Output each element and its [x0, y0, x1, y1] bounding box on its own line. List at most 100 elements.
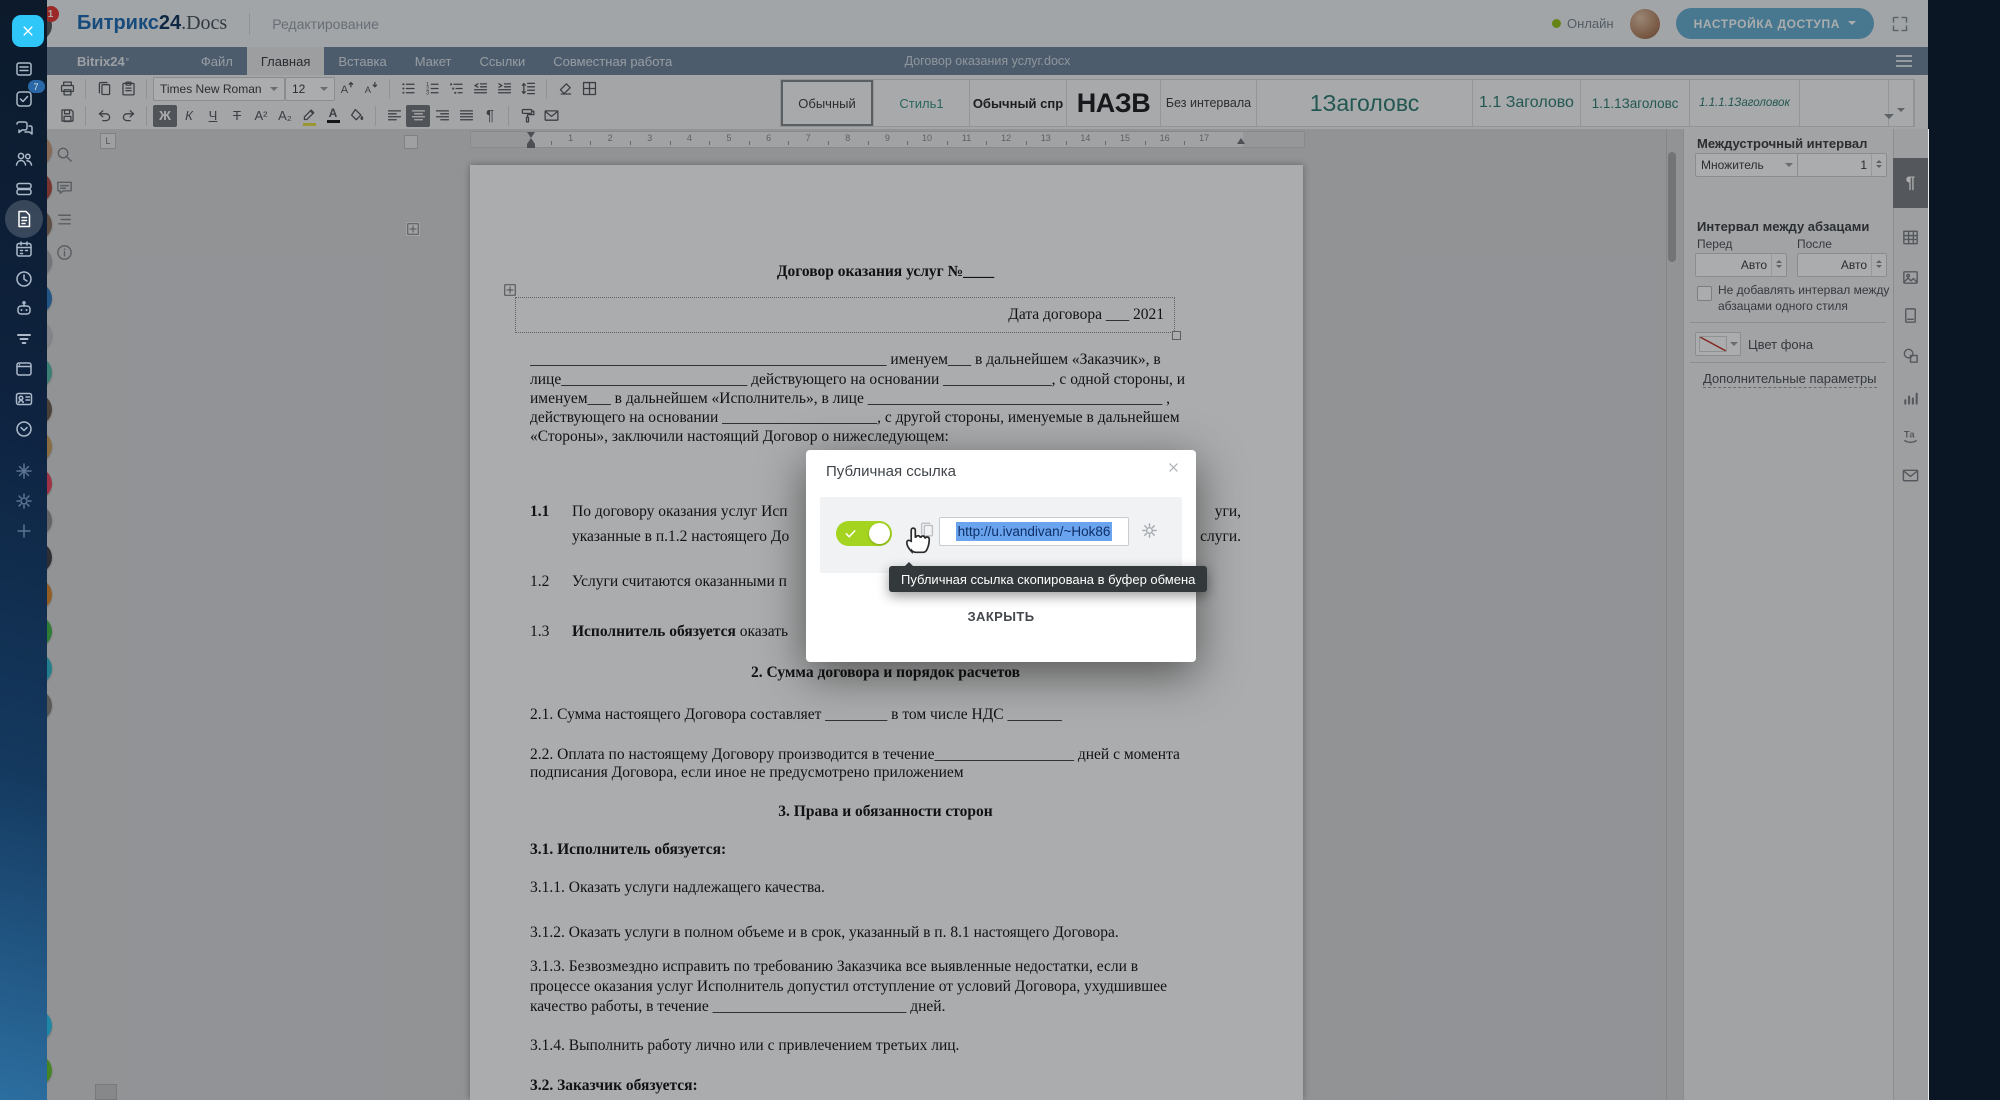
tab-файл[interactable]: Файл: [187, 47, 247, 75]
line-spacing-select[interactable]: Множитель: [1695, 153, 1799, 177]
save-button[interactable]: [55, 105, 79, 127]
spacing-before-stepper[interactable]: Авто: [1695, 253, 1787, 277]
underline-button[interactable]: Ч: [201, 105, 225, 127]
comments-icon[interactable]: [55, 178, 75, 198]
chart-settings-tab-icon[interactable]: [1901, 388, 1921, 408]
tab-вставка[interactable]: Вставка: [324, 47, 400, 75]
background-color-picker[interactable]: [1695, 332, 1741, 356]
align-center-button[interactable]: [406, 105, 430, 127]
user-avatar[interactable]: [1630, 9, 1660, 39]
fullscreen-icon[interactable]: [1890, 14, 1910, 34]
about-icon[interactable]: [55, 243, 75, 263]
link-settings-gear-icon[interactable]: [1140, 521, 1159, 540]
line-spacing-button[interactable]: [516, 78, 540, 100]
table-move-handle-icon[interactable]: [503, 283, 517, 297]
font-family-select[interactable]: Times New Roman: [153, 77, 285, 101]
style-cell-1-1-1-1заголовок[interactable]: 1.1.1.1Заголовок: [1690, 80, 1800, 126]
style-cell-стиль1[interactable]: Стиль1: [874, 80, 970, 126]
decrease-font-button[interactable]: A: [359, 78, 383, 100]
spacing-after-stepper[interactable]: Авто: [1797, 253, 1887, 277]
add-icon[interactable]: [9, 516, 39, 546]
style-cell-1заголовс[interactable]: 1Заголовс: [1257, 80, 1473, 126]
tab-макет[interactable]: Макет: [401, 47, 466, 75]
numbered-list-button[interactable]: 123: [420, 78, 444, 100]
boost-icon[interactable]: [9, 456, 39, 486]
employees-icon[interactable]: [9, 144, 39, 174]
table-settings-tab-icon[interactable]: [1901, 228, 1921, 248]
access-settings-button[interactable]: НАСТРОЙКА ДОСТУПА: [1676, 8, 1874, 39]
menu-hamburger-icon[interactable]: [1896, 55, 1912, 70]
highlight-color-button[interactable]: [297, 105, 321, 127]
header-footer-tab-icon[interactable]: [1901, 306, 1921, 326]
no-interval-checkbox[interactable]: [1697, 286, 1712, 301]
sites-icon[interactable]: [9, 354, 39, 384]
clear-style-button[interactable]: [553, 78, 577, 100]
table-resize-handle[interactable]: [1172, 331, 1181, 340]
paste-button[interactable]: [116, 78, 140, 100]
horizontal-ruler[interactable]: 1234567891011121314151617: [470, 131, 1305, 148]
tasks-icon[interactable]: 7: [9, 84, 39, 114]
table-anchor-icon[interactable]: [406, 222, 420, 236]
font-size-select[interactable]: 12: [285, 77, 335, 101]
line-spacing-value-stepper[interactable]: 1: [1797, 153, 1887, 177]
public-link-input[interactable]: http://u.ivandivan/~Hok86: [939, 517, 1129, 546]
modal-close-icon[interactable]: [1167, 461, 1180, 474]
tab-главная[interactable]: Главная: [247, 47, 324, 75]
borders-button[interactable]: [577, 78, 601, 100]
print-button[interactable]: [55, 78, 79, 100]
subscript-button[interactable]: А₂: [273, 105, 297, 127]
shading-button[interactable]: [345, 105, 369, 127]
mailmerge-tab-icon[interactable]: [1901, 466, 1921, 486]
superscript-button[interactable]: А²: [249, 105, 273, 127]
mailmerge-button[interactable]: [539, 105, 563, 127]
tab-совместная-работа[interactable]: Совместная работа: [539, 47, 686, 75]
shape-settings-tab-icon[interactable]: [1901, 346, 1921, 366]
chat-icon[interactable]: [9, 114, 39, 144]
time-icon[interactable]: [9, 264, 39, 294]
increase-indent-button[interactable]: [492, 78, 516, 100]
sales-funnel-icon[interactable]: [9, 324, 39, 354]
tab-ссылки[interactable]: Ссылки: [465, 47, 539, 75]
search-icon[interactable]: [55, 145, 75, 165]
public-link-toggle[interactable]: [836, 521, 892, 546]
contacts-icon[interactable]: [9, 384, 39, 414]
style-cell-обычный-спр[interactable]: Обычный спр: [970, 80, 1067, 126]
date-textbox[interactable]: Дата договора ___ 2021: [515, 297, 1175, 333]
show-paragraph-marks-button[interactable]: ¶: [478, 105, 502, 127]
close-window-button[interactable]: [12, 15, 44, 47]
align-left-button[interactable]: [382, 105, 406, 127]
copy-style-button[interactable]: [515, 105, 539, 127]
image-settings-tab-icon[interactable]: [1901, 268, 1921, 288]
font-color-button[interactable]: А: [321, 105, 345, 127]
style-cell-без-интервала[interactable]: Без интервала: [1161, 80, 1257, 126]
scrollbar-thumb[interactable]: [1668, 152, 1676, 262]
style-cell-обычный[interactable]: Обычный: [781, 80, 874, 126]
style-cell-1-1-заголово[interactable]: 1.1 Заголово: [1473, 80, 1581, 126]
align-justify-button[interactable]: [454, 105, 478, 127]
copy-button[interactable]: [92, 78, 116, 100]
redo-button[interactable]: [116, 105, 140, 127]
tab-selector[interactable]: L: [100, 133, 116, 149]
style-cell-1-1-1заголовс[interactable]: 1.1.1Заголовс: [1581, 80, 1690, 126]
navigation-icon[interactable]: [55, 210, 75, 230]
italic-button[interactable]: К: [177, 105, 201, 127]
style-cell-empty[interactable]: [1800, 80, 1889, 126]
settings-icon[interactable]: [9, 486, 39, 516]
paragraph-settings-tab[interactable]: ¶: [1893, 158, 1928, 208]
style-cell-назв[interactable]: НАЗВ: [1067, 80, 1161, 126]
collapse-toolbar-icon[interactable]: [1884, 114, 1894, 124]
bullet-list-button[interactable]: [396, 78, 420, 100]
textart-settings-tab-icon[interactable]: Та: [1901, 426, 1921, 446]
docs-icon[interactable]: [9, 204, 39, 234]
multilevel-list-button[interactable]: [444, 78, 468, 100]
strikethrough-button[interactable]: Т: [225, 105, 249, 127]
undo-button[interactable]: [92, 105, 116, 127]
crm-bot-icon[interactable]: [9, 294, 39, 324]
more-icon[interactable]: [9, 414, 39, 444]
decrease-indent-button[interactable]: [468, 78, 492, 100]
bold-button[interactable]: Ж: [153, 105, 177, 127]
advanced-settings-link[interactable]: Дополнительные параметры: [1703, 371, 1877, 388]
modal-close-button[interactable]: ЗАКРЫТЬ: [806, 609, 1196, 624]
align-right-button[interactable]: [430, 105, 454, 127]
increase-font-button[interactable]: A: [335, 78, 359, 100]
